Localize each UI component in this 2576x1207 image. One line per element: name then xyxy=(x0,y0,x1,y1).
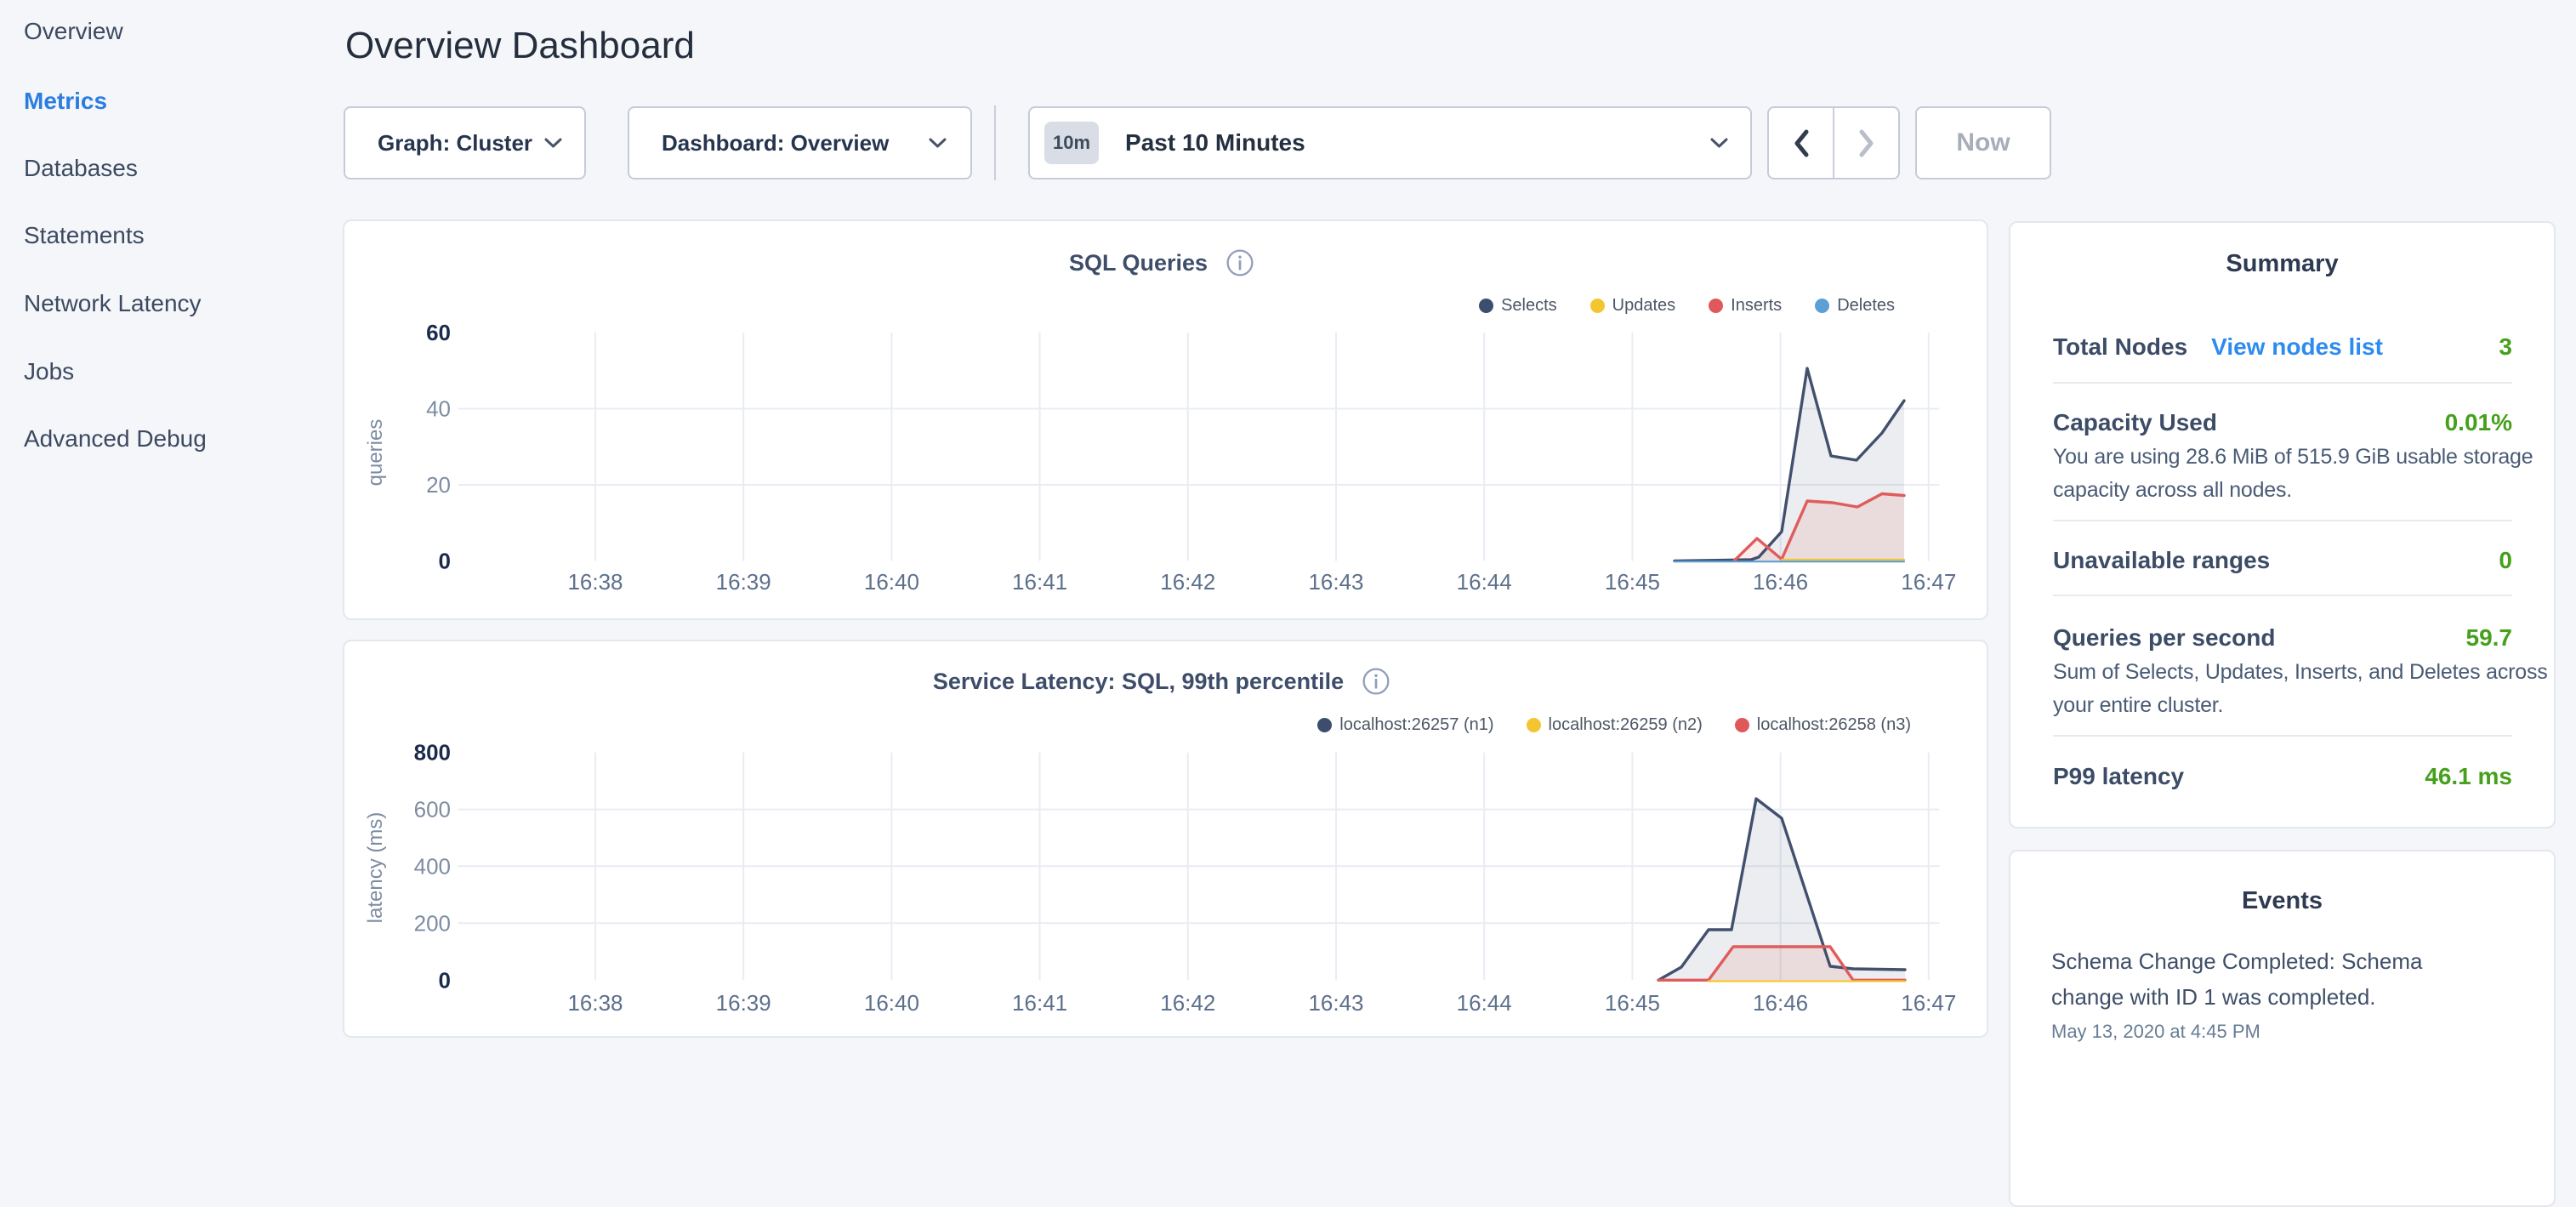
svg-text:16:43: 16:43 xyxy=(1308,569,1363,595)
svg-text:16:39: 16:39 xyxy=(716,990,771,1016)
svg-text:16:42: 16:42 xyxy=(1160,990,1215,1016)
svg-text:16:41: 16:41 xyxy=(1012,990,1067,1016)
svg-text:40: 40 xyxy=(426,396,451,422)
svg-text:400: 400 xyxy=(414,853,451,879)
svg-text:latency (ms): latency (ms) xyxy=(364,812,387,924)
svg-text:16:42: 16:42 xyxy=(1160,569,1215,595)
svg-text:16:43: 16:43 xyxy=(1308,990,1363,1016)
svg-text:16:38: 16:38 xyxy=(567,569,623,595)
svg-text:queries: queries xyxy=(364,419,387,487)
svg-text:16:46: 16:46 xyxy=(1753,990,1808,1016)
svg-text:16:44: 16:44 xyxy=(1457,990,1512,1016)
svg-text:16:39: 16:39 xyxy=(716,569,771,595)
svg-text:16:41: 16:41 xyxy=(1012,569,1067,595)
svg-text:16:40: 16:40 xyxy=(864,990,919,1016)
svg-text:0: 0 xyxy=(439,967,451,993)
svg-text:16:38: 16:38 xyxy=(567,990,623,1016)
svg-text:0: 0 xyxy=(439,548,451,573)
svg-text:16:45: 16:45 xyxy=(1605,569,1660,595)
svg-text:16:47: 16:47 xyxy=(1901,569,1956,595)
svg-text:60: 60 xyxy=(426,320,451,345)
svg-text:16:45: 16:45 xyxy=(1605,990,1660,1016)
svg-text:16:47: 16:47 xyxy=(1901,990,1956,1016)
svg-text:800: 800 xyxy=(414,740,451,766)
svg-text:16:46: 16:46 xyxy=(1753,569,1808,595)
svg-text:16:40: 16:40 xyxy=(864,569,919,595)
svg-text:16:44: 16:44 xyxy=(1457,569,1512,595)
svg-text:600: 600 xyxy=(414,797,451,823)
svg-text:200: 200 xyxy=(414,910,451,936)
svg-text:20: 20 xyxy=(426,472,451,498)
